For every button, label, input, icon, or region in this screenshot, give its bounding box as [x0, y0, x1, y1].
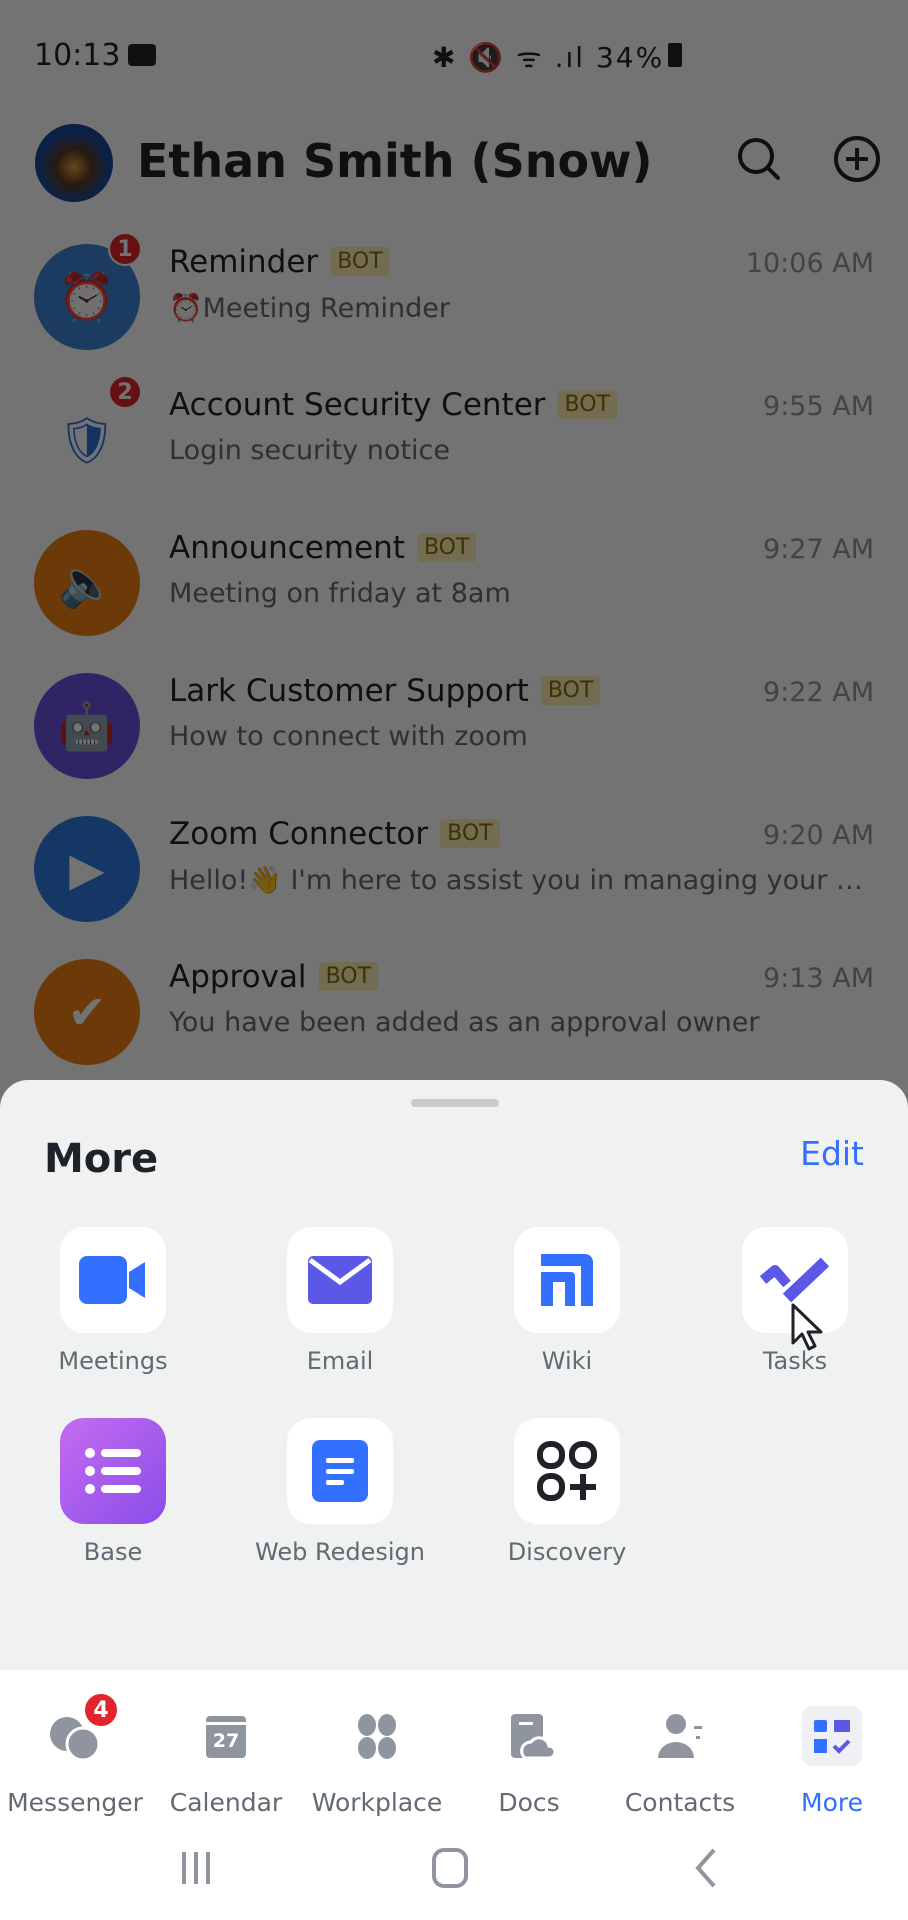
chat-time: 9:20 AM [763, 820, 874, 851]
chat-time: 9:13 AM [763, 963, 874, 994]
tab-label: Contacts [624, 1788, 736, 1817]
tasks-check-icon [759, 1257, 830, 1303]
edit-button[interactable]: Edit [800, 1134, 864, 1173]
app-web-redesign[interactable]: Web Redesign [250, 1418, 430, 1566]
video-camera-icon [79, 1256, 145, 1304]
support-avatar: 🤖 [34, 673, 140, 779]
battery-level: 34% [595, 41, 665, 74]
tab-label: More [801, 1788, 863, 1817]
list-icon [85, 1448, 141, 1494]
bot-tag: BOT [440, 819, 500, 848]
chat-preview: Login security notice [169, 435, 450, 466]
chat-time: 10:06 AM [745, 248, 874, 279]
home-button[interactable] [420, 1846, 480, 1890]
page-title: Ethan Smith (Snow) [137, 134, 653, 188]
chat-time: 9:55 AM [763, 391, 874, 422]
recent-apps-button[interactable] [166, 1846, 226, 1890]
contacts-icon [658, 1714, 702, 1758]
app-discovery[interactable]: Discovery [477, 1418, 657, 1566]
app-label: Meetings [58, 1347, 168, 1375]
document-icon [312, 1440, 368, 1502]
tab-calendar[interactable]: 27 Calendar [151, 1706, 301, 1817]
wiki-icon [541, 1254, 593, 1306]
check-icon: ✔ [67, 985, 107, 1039]
screen-record-icon [128, 44, 156, 66]
chat-row-customer-support[interactable]: 🤖 Lark Customer Support BOT 9:22 AM How t… [0, 673, 908, 816]
tab-docs[interactable]: Docs [454, 1706, 604, 1817]
chat-name: Reminder [169, 244, 319, 280]
app-label: Web Redesign [255, 1538, 425, 1566]
app-label: Base [83, 1538, 143, 1566]
speaker-icon: 🔈 [58, 555, 116, 610]
calendar-date: 27 [212, 1730, 240, 1752]
chat-name: Approval [169, 959, 307, 995]
back-button[interactable] [676, 1846, 736, 1890]
chat-time: 9:27 AM [763, 534, 874, 565]
mouse-cursor-icon [791, 1303, 823, 1351]
header: Ethan Smith (Snow) [0, 120, 908, 216]
chat-preview: How to connect with zoom [169, 721, 528, 752]
tab-label: Messenger [7, 1788, 143, 1817]
zoom-avatar: ▶ [34, 816, 140, 922]
status-bar: 10:13 ✱ 🔇 ᯤ .ıl 34% [0, 0, 908, 110]
app-wiki[interactable]: Wiki [477, 1227, 657, 1375]
app-label: Wiki [541, 1347, 593, 1375]
app-label: Email [306, 1347, 374, 1375]
unread-badge: 2 [108, 375, 142, 409]
connectivity-icons: ✱ 🔇 ᯤ .ıl [432, 41, 586, 74]
alarm-clock-icon: ⏰ [58, 269, 116, 324]
status-time: 10:13 [34, 38, 121, 73]
app-meetings[interactable]: Meetings [23, 1227, 203, 1375]
chat-name: Account Security Center [169, 387, 546, 423]
chat-row-account-security[interactable]: 🛡 2 Account Security Center BOT 9:55 AM L… [0, 375, 908, 530]
chat-preview: Hello!👋 I'm here to assist you in managi… [169, 865, 873, 896]
chat-name: Zoom Connector [169, 816, 429, 852]
app-email[interactable]: Email [250, 1227, 430, 1375]
tab-workplace[interactable]: Workplace [302, 1706, 452, 1817]
add-icon[interactable] [832, 134, 882, 184]
drag-handle[interactable] [411, 1099, 499, 1107]
chat-preview: ⏰Meeting Reminder [169, 293, 450, 324]
docs-icon [511, 1714, 557, 1760]
status-icons: ✱ 🔇 ᯤ .ıl 34% [432, 38, 683, 76]
avatar[interactable] [35, 124, 113, 202]
app-base[interactable]: Base [23, 1418, 203, 1566]
workplace-icon [358, 1714, 396, 1759]
shield-icon: 🛡 [57, 412, 117, 467]
tab-messenger[interactable]: 4 Messenger [0, 1692, 150, 1817]
bot-tag: BOT [318, 962, 379, 991]
unread-badge: 1 [108, 232, 142, 266]
more-sheet: More Edit Meetings Email Wiki Tasks Base… [0, 1080, 908, 1670]
tab-label: Docs [498, 1788, 560, 1817]
envelope-icon [308, 1256, 372, 1304]
more-apps-icon [814, 1720, 851, 1754]
bot-tag: BOT [557, 390, 617, 419]
bot-tag: BOT [330, 247, 390, 276]
chat-name: Lark Customer Support [169, 673, 529, 709]
chat-row-reminder[interactable]: ⏰ 1 Reminder BOT 10:06 AM ⏰Meeting Remind… [0, 232, 908, 387]
search-icon[interactable] [734, 134, 784, 184]
chat-row-announcement[interactable]: 🔈 Announcement BOT 9:27 AM Meeting on fri… [0, 530, 908, 673]
app-label: Discovery [507, 1538, 627, 1566]
chat-name: Announcement [169, 530, 405, 566]
chat-row-zoom-connector[interactable]: ▶ Zoom Connector BOT 9:20 AM Hello!👋 I'm … [0, 816, 908, 959]
approval-avatar: ✔ [34, 959, 140, 1065]
apps-plus-icon [537, 1441, 597, 1501]
app-tasks[interactable]: Tasks [705, 1227, 885, 1375]
chat-preview: Meeting on friday at 8am [169, 578, 511, 609]
tab-label: Calendar [169, 1788, 283, 1817]
unread-badge: 4 [83, 1692, 119, 1728]
tab-label: Workplace [311, 1788, 443, 1817]
chat-preview: You have been added as an approval owner [169, 1007, 760, 1038]
bot-tag: BOT [416, 533, 477, 562]
chat-time: 9:22 AM [763, 677, 874, 708]
announcement-avatar: 🔈 [34, 530, 140, 636]
sheet-title: More [44, 1136, 159, 1182]
battery-icon [668, 43, 683, 67]
tab-more[interactable]: More [757, 1706, 907, 1817]
robot-icon: 🤖 [58, 698, 116, 753]
bot-tag: BOT [540, 676, 601, 705]
video-camera-icon: ▶ [69, 842, 105, 896]
tab-contacts[interactable]: Contacts [605, 1706, 755, 1817]
